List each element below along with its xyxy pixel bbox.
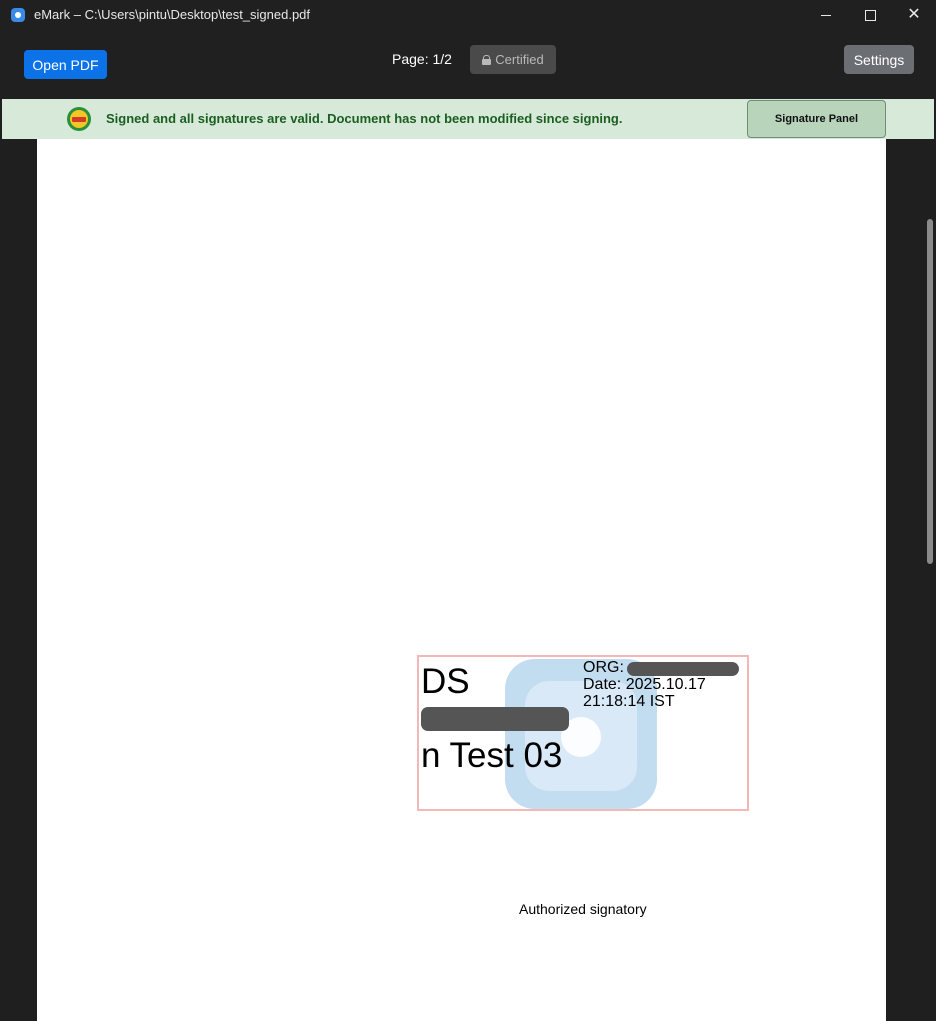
signer-name-line-1: DS bbox=[421, 662, 470, 701]
certified-seal-icon bbox=[67, 107, 91, 131]
scrollbar-thumb[interactable] bbox=[927, 219, 933, 564]
pdf-viewer[interactable]: DS n Test 03 ORG: Date: 2025.10.17 21:18… bbox=[0, 139, 936, 1021]
title-bar: eMark – C:\Users\pintu\Desktop\test_sign… bbox=[0, 0, 936, 30]
maximize-icon bbox=[864, 9, 876, 21]
redaction-mark bbox=[421, 707, 569, 731]
open-pdf-button[interactable]: Open PDF bbox=[24, 50, 107, 79]
signature-date: Date: 2025.10.17 bbox=[583, 676, 706, 693]
settings-button[interactable]: Settings bbox=[844, 45, 914, 74]
signature-status-bar: Signed and all signatures are valid. Doc… bbox=[2, 99, 934, 139]
page-indicator: Page: 1/2 bbox=[392, 51, 452, 67]
vertical-scrollbar[interactable] bbox=[922, 139, 936, 1021]
close-icon: ✕ bbox=[907, 6, 921, 23]
lock-icon bbox=[482, 54, 492, 65]
signature-time: 21:18:14 IST bbox=[583, 693, 675, 710]
redaction-mark bbox=[627, 662, 739, 676]
certified-label: Certified bbox=[495, 52, 544, 67]
pdf-page: DS n Test 03 ORG: Date: 2025.10.17 21:18… bbox=[37, 139, 886, 1021]
close-button[interactable]: ✕ bbox=[892, 0, 936, 30]
maximize-button[interactable] bbox=[848, 0, 892, 30]
authorized-signatory-caption: Authorized signatory bbox=[519, 901, 647, 917]
window-title: eMark – C:\Users\pintu\Desktop\test_sign… bbox=[34, 7, 311, 22]
certified-badge: Certified bbox=[470, 45, 556, 74]
minimize-button[interactable] bbox=[804, 0, 848, 30]
signature-status-message: Signed and all signatures are valid. Doc… bbox=[106, 111, 623, 126]
minimize-icon bbox=[821, 14, 831, 16]
app-icon bbox=[11, 8, 25, 22]
signer-name-line-3: n Test 03 bbox=[421, 736, 563, 775]
toolbar: Open PDF Page: 1/2 Certified Settings bbox=[0, 30, 936, 99]
signature-field[interactable]: DS n Test 03 ORG: Date: 2025.10.17 21:18… bbox=[417, 655, 749, 811]
signature-panel-button[interactable]: Signature Panel bbox=[747, 100, 886, 138]
